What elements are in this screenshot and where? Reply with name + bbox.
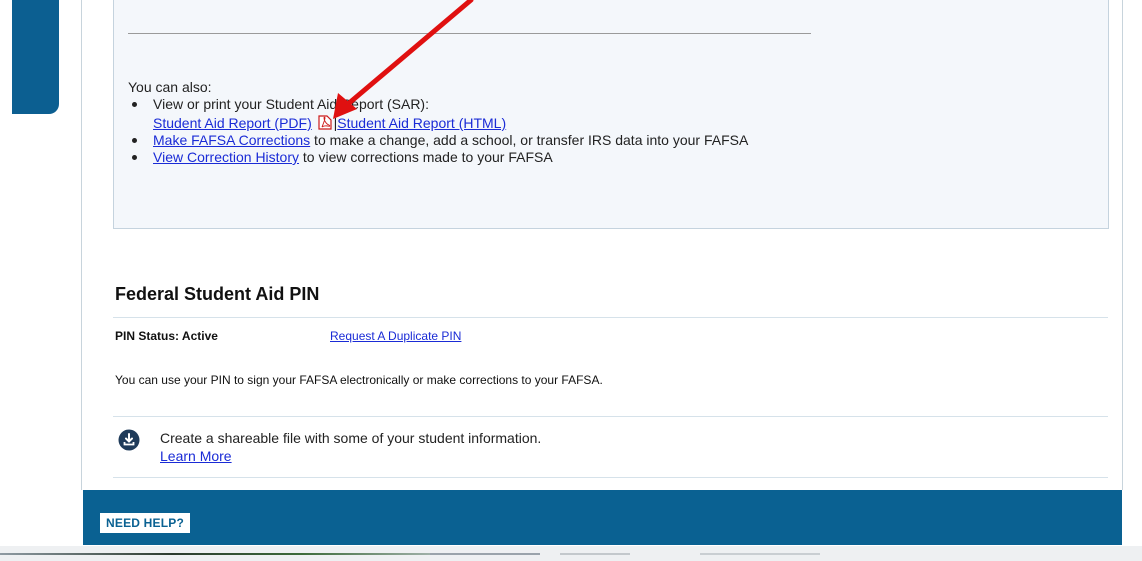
footer-bar: NEED HELP? <box>83 490 1122 545</box>
need-help-button[interactable]: NEED HELP? <box>100 513 191 533</box>
taskbar <box>0 546 1142 561</box>
list-item: View Correction History to view correcti… <box>128 149 808 166</box>
bullet <box>132 155 137 160</box>
learn-more-link[interactable]: Learn More <box>160 448 232 464</box>
sar-pdf-link[interactable]: Student Aid Report (PDF) <box>153 115 312 131</box>
also-heading: You can also: <box>128 79 212 95</box>
make-corrections-link[interactable]: Make FAFSA Corrections <box>153 132 310 148</box>
share-text: Create a shareable file with some of you… <box>160 430 542 446</box>
taskbar-segment <box>560 553 630 555</box>
bullet <box>132 138 137 143</box>
divider <box>113 477 1108 478</box>
also-list: View or print your Student Aid Report (S… <box>128 96 808 166</box>
divider <box>113 317 1108 318</box>
bullet <box>132 102 137 107</box>
taskbar-segment <box>0 553 430 555</box>
share-section: Create a shareable file with some of you… <box>160 429 541 465</box>
content-border-right <box>1122 0 1123 490</box>
divider <box>128 33 811 34</box>
side-tab <box>12 0 59 114</box>
request-duplicate-pin-link[interactable]: Request A Duplicate PIN <box>330 329 461 343</box>
content-border-left <box>81 0 82 490</box>
list-item: View or print your Student Aid Report (S… <box>128 96 808 132</box>
history-text: to view corrections made to your FAFSA <box>299 149 553 165</box>
taskbar-segment <box>430 553 540 555</box>
sar-links: Student Aid Report (PDF) |Student Aid Re… <box>153 113 808 132</box>
download-circle-icon <box>118 429 140 451</box>
pin-section-title: Federal Student Aid PIN <box>115 284 320 304</box>
pdf-icon[interactable] <box>318 115 332 130</box>
corrections-text: to make a change, add a school, or trans… <box>310 132 749 148</box>
pin-status: PIN Status: Active <box>115 329 218 343</box>
sar-text: View or print your Student Aid Report (S… <box>153 96 429 112</box>
correction-history-link[interactable]: View Correction History <box>153 149 299 165</box>
pin-description: You can use your PIN to sign your FAFSA … <box>115 373 603 387</box>
sar-html-link[interactable]: Student Aid Report (HTML) <box>337 115 506 131</box>
taskbar-segment <box>700 553 820 555</box>
list-item: Make FAFSA Corrections to make a change,… <box>128 132 808 149</box>
divider <box>113 416 1108 417</box>
